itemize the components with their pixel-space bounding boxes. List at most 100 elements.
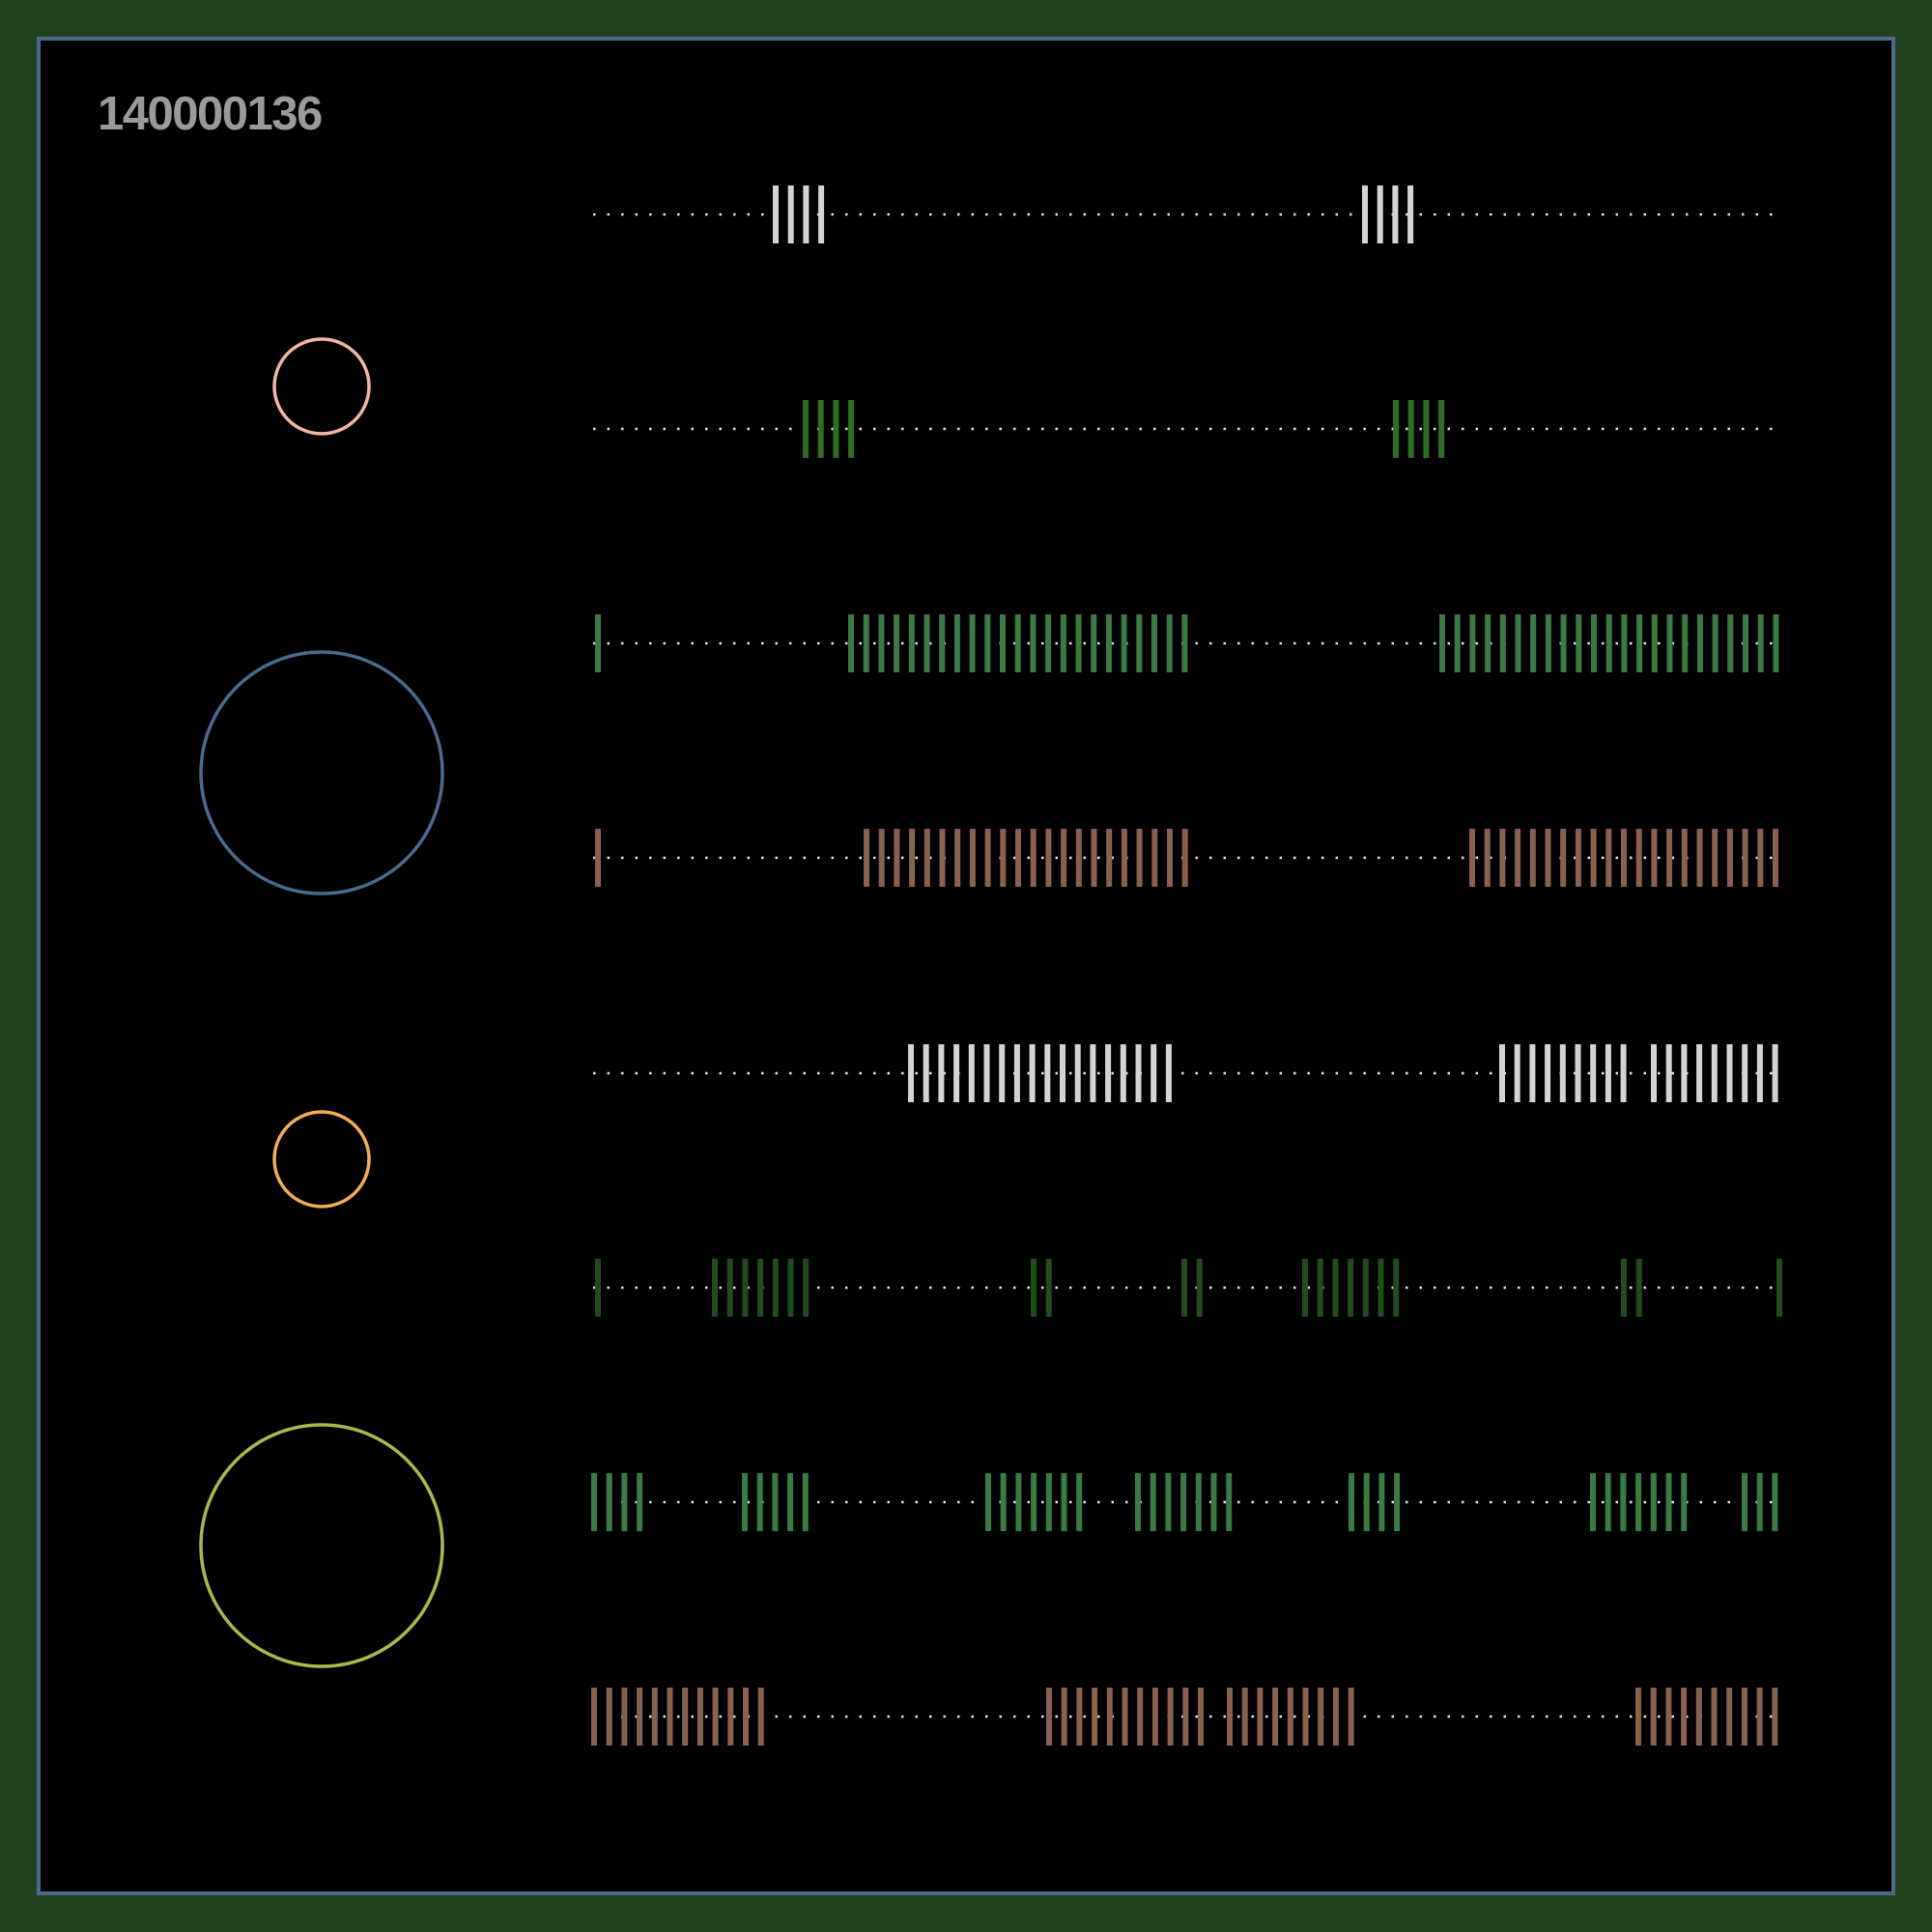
bar [984, 614, 991, 672]
bar [1514, 1044, 1520, 1102]
bar [894, 829, 900, 887]
bar [1665, 1688, 1672, 1746]
bar [1407, 185, 1414, 243]
bar-cluster [1227, 1688, 1354, 1746]
bar [637, 1688, 643, 1746]
bar [923, 829, 930, 887]
bar [1772, 1044, 1778, 1102]
bar [696, 1688, 703, 1746]
id-label: 140000136 [98, 88, 322, 140]
bar [1122, 1688, 1128, 1746]
bar [727, 1688, 734, 1746]
bar [651, 1688, 658, 1746]
bar [1529, 829, 1536, 887]
bar [1742, 1473, 1747, 1531]
bar [1665, 1044, 1672, 1102]
bar [908, 614, 915, 672]
bar [757, 1688, 764, 1746]
bar [1106, 1688, 1113, 1746]
bar [1181, 1259, 1187, 1317]
bar [1167, 1688, 1174, 1746]
bar [1151, 614, 1157, 672]
bar [1621, 614, 1628, 672]
bar-cluster [1651, 1044, 1778, 1102]
bar [1015, 829, 1021, 887]
bar [1605, 829, 1612, 887]
bar [712, 1688, 719, 1746]
bar [1045, 829, 1052, 887]
bar [1621, 1259, 1627, 1317]
bar [1696, 1044, 1703, 1102]
bar [1773, 829, 1778, 887]
bar [1545, 1044, 1551, 1102]
bar-cluster [1499, 1044, 1627, 1102]
bar [1484, 829, 1491, 887]
bar [1378, 1259, 1384, 1317]
bar [1560, 829, 1567, 887]
bar-cluster [848, 614, 1188, 672]
bar [1773, 614, 1779, 672]
bar [1135, 1044, 1142, 1102]
bar [1651, 614, 1658, 672]
bar [1439, 614, 1445, 672]
bar [923, 614, 930, 672]
bar [1651, 829, 1658, 887]
bar [787, 185, 794, 243]
bar [1121, 614, 1127, 672]
bar [878, 614, 885, 672]
bar-cluster [595, 614, 601, 672]
bar [1076, 1473, 1083, 1531]
bar [1091, 829, 1097, 887]
bar [667, 1688, 673, 1746]
bar [1559, 1044, 1566, 1102]
bar [803, 1259, 810, 1317]
bar [1075, 614, 1082, 672]
bar [1515, 614, 1521, 672]
bar [591, 1473, 597, 1531]
bar [1515, 829, 1521, 887]
bar [969, 829, 976, 887]
bar [1696, 829, 1703, 887]
bar [1318, 1688, 1324, 1746]
bar [1695, 1688, 1702, 1746]
bar-cluster [1776, 1259, 1782, 1317]
bar [1529, 1044, 1536, 1102]
bar [1711, 1688, 1718, 1746]
bar [1621, 829, 1627, 887]
bar [1349, 1473, 1354, 1531]
bar [1136, 829, 1143, 887]
bar [1106, 829, 1113, 887]
bar [1756, 1044, 1763, 1102]
bar [756, 1473, 763, 1531]
bar [1031, 1473, 1037, 1531]
bar [1302, 1259, 1308, 1317]
bar [1636, 614, 1643, 672]
bar [1469, 829, 1475, 887]
bar [1726, 1688, 1733, 1746]
bar [833, 400, 839, 458]
bar [1741, 1688, 1747, 1746]
bar [787, 1259, 794, 1317]
bar-cluster [1469, 829, 1778, 887]
bar [848, 400, 855, 458]
bar [772, 1259, 779, 1317]
bar [772, 1473, 779, 1531]
bar [787, 1473, 794, 1531]
bar [1605, 614, 1612, 672]
bar [1029, 1044, 1036, 1102]
bar [1061, 829, 1067, 887]
bar [1635, 1688, 1641, 1746]
bar [1712, 614, 1719, 672]
bar [1030, 614, 1037, 672]
bar [909, 829, 916, 887]
bar [1181, 829, 1188, 887]
bar [773, 185, 779, 243]
bar [1666, 614, 1673, 672]
bar [1635, 1259, 1642, 1317]
bar [726, 1259, 733, 1317]
bar [1545, 829, 1551, 887]
bar-cluster [1439, 614, 1779, 672]
bar [1620, 1044, 1627, 1102]
bar [1620, 1473, 1627, 1531]
bar [923, 1044, 929, 1102]
